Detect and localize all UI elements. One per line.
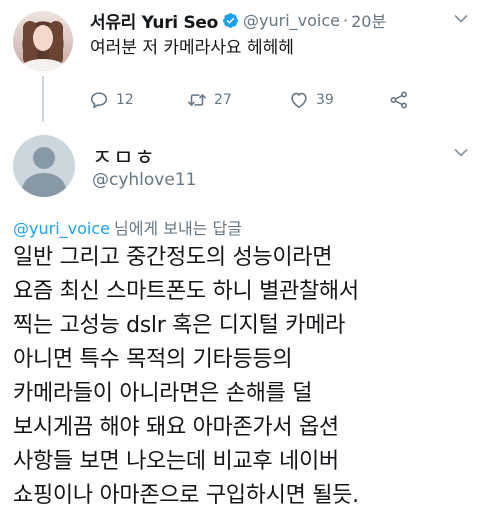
share-icon: [390, 91, 408, 109]
reply-to-mention-link[interactable]: @yuri_voice: [13, 219, 110, 238]
chevron-down-icon[interactable]: [454, 148, 468, 158]
reply-icon: [90, 92, 108, 109]
reply-count: 12: [116, 92, 134, 108]
parent-tweet-text: 여러분 저 카메라사요 헤헤헤: [90, 38, 294, 58]
reply-text-line: 아니면 특수 목적의 기타등등의: [13, 347, 293, 372]
parent-timestamp[interactable]: 20분: [351, 8, 386, 32]
reply-text-line: 카메라들이 아니라면은 손해를 덜: [13, 381, 313, 406]
verified-badge-icon: [223, 12, 238, 28]
like-count: 39: [316, 92, 334, 108]
reply-text-line: 요즘 최신 스마트폰도 하니 별관찰해서: [13, 279, 359, 304]
header-separator: ·: [342, 10, 349, 30]
reply-text-line: 쇼핑이나 아마존으로 구입하시면 될듯.: [13, 483, 359, 508]
reply-text-line: 일반 그리고 중간정도의 성능이라면: [13, 245, 333, 270]
parent-display-name[interactable]: 서유리 Yuri Seo: [90, 8, 218, 33]
reply-text-line: 보시게끔 해야 돼요 아마존가서 옵션: [13, 415, 339, 440]
share-button[interactable]: [388, 86, 410, 114]
parent-avatar[interactable]: [13, 11, 73, 71]
reply-avatar[interactable]: [13, 135, 75, 197]
reply-button[interactable]: 12: [88, 86, 134, 114]
parent-header: 서유리 Yuri Seo @yuri_voice · 20분: [90, 8, 386, 33]
retweet-icon: [188, 94, 206, 106]
retweet-count: 27: [214, 92, 232, 108]
retweet-button[interactable]: 27: [186, 86, 232, 114]
replying-to-context: @yuri_voice 님에게 보내는 답글: [13, 215, 242, 239]
thread-connector-line: [42, 76, 44, 122]
like-button[interactable]: 39: [288, 86, 334, 114]
reply-tweet-text: 일반 그리고 중간정도의 성능이라면 요즘 최신 스마트폰도 하니 별관찰해서 …: [13, 241, 475, 513]
reply-text-line: 찍는 고성능 dslr 혹은 디지털 카메라: [13, 313, 346, 338]
reply-text-line: 사항들 보면 나오는데 비교후 네이버: [13, 449, 339, 474]
parent-handle[interactable]: @yuri_voice: [243, 11, 340, 30]
heart-icon: [291, 92, 307, 109]
reply-handle[interactable]: @cyhlove11: [92, 170, 196, 190]
parent-action-bar: 12 27 39: [86, 86, 426, 114]
chevron-down-icon[interactable]: [454, 14, 468, 24]
reply-to-suffix: 님에게 보내는 답글: [113, 219, 242, 238]
parent-tweet[interactable]: 서유리 Yuri Seo @yuri_voice · 20분 여러분 저 카메라…: [0, 0, 480, 130]
reply-display-name[interactable]: ㅈㅁㅎ: [92, 140, 156, 172]
